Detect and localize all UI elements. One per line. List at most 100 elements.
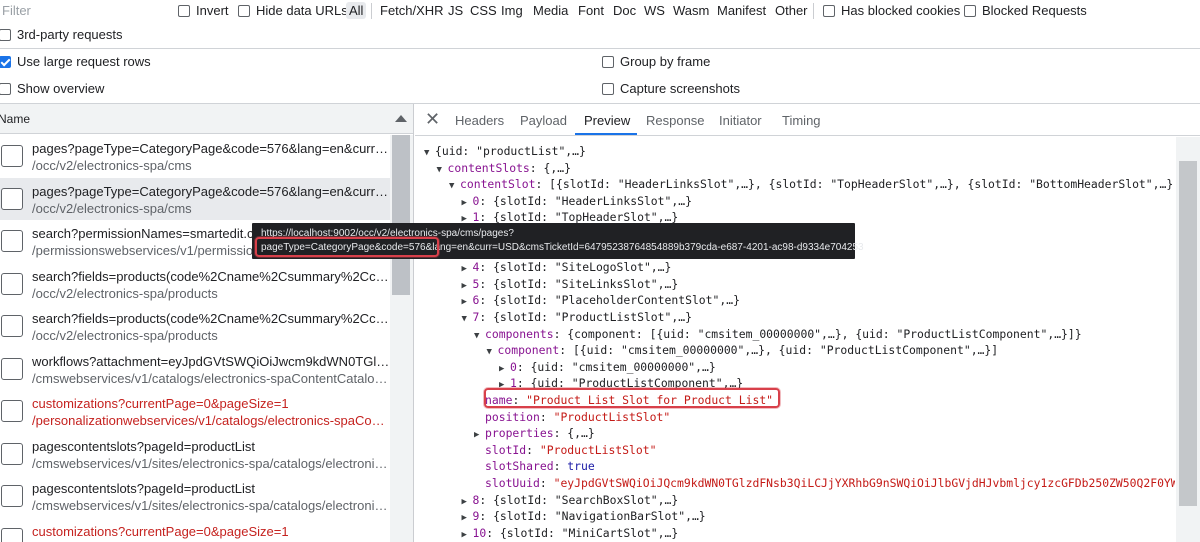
third-party-box[interactable] <box>0 28 11 41</box>
type-filter-fetch-xhr[interactable]: Fetch/XHR <box>377 2 447 19</box>
preview-value: {slotId: "HeaderLinksSlot",…} <box>493 193 692 208</box>
document-icon <box>1 357 23 380</box>
preview-line[interactable]: ▶ 0: {slotId: "HeaderLinksSlot",…} <box>462 193 692 210</box>
table-row[interactable]: pagescontentslots?pageId=productList/cms… <box>0 475 390 518</box>
preview-line[interactable]: ▼ 7: {slotId: "ProductListSlot",…} <box>462 309 692 326</box>
preview-line[interactable]: ▶ 9: {slotId: "NavigationBarSlot",…} <box>462 508 706 525</box>
table-row[interactable]: customizations?currentPage=0&pageSize=1 <box>0 518 390 542</box>
list-scrollbar[interactable] <box>390 135 413 542</box>
expand-down-icon[interactable]: ▼ <box>487 344 498 361</box>
tab-initiator[interactable]: Initiator <box>719 113 762 128</box>
document-icon <box>1 400 23 422</box>
type-filter-css[interactable]: CSS <box>467 2 500 19</box>
preview-line[interactable]: ▶ 6: {slotId: "PlaceholderContentSlot",…} <box>462 292 740 309</box>
large-rows-checkbox[interactable]: Use large request rows <box>0 54 151 69</box>
table-row[interactable]: pagescontentslots?pageId=productList/cms… <box>0 433 390 476</box>
blocked-requests-label: Blocked Requests <box>982 3 1087 18</box>
preview-key: 10 <box>472 525 487 540</box>
sort-ascending-icon[interactable] <box>395 115 407 122</box>
preview-line[interactable]: ▼ contentSlots: {,…} <box>437 160 571 177</box>
blocked-requests-box[interactable] <box>964 4 976 17</box>
table-row[interactable]: search?fields=products(code%2Cname%2Csum… <box>0 263 390 306</box>
request-name: customizations?currentPage=0&pageSize=1 <box>32 396 289 411</box>
preview-value: [{slotId: "HeaderLinksSlot",…}, {slotId:… <box>549 177 1175 192</box>
capture-screenshots-checkbox[interactable]: Capture screenshots <box>602 81 740 96</box>
preview-line: slotShared: true <box>485 459 595 474</box>
preview-scrollbar[interactable] <box>1176 137 1200 542</box>
group-by-frame-checkbox[interactable]: Group by frame <box>602 54 710 69</box>
preview-line[interactable]: ▶ 0: {uid: "cmsitem_00000000",…} <box>499 359 716 376</box>
preview-line[interactable]: ▶ properties: {,…} <box>474 425 595 442</box>
tab-timing[interactable]: Timing <box>782 113 821 128</box>
request-path: /occ/v2/electronics-spa/products <box>32 328 218 343</box>
preview-value: [{uid: "cmsitem_00000000",…}, {uid: "Pro… <box>572 343 999 358</box>
tab-preview[interactable]: Preview <box>584 113 630 128</box>
preview-value: {slotId: "SearchBoxSlot",…} <box>493 492 679 507</box>
preview-line[interactable]: ▼ contentSlot: [{slotId: "HeaderLinksSlot… <box>449 176 1175 193</box>
has-blocked-cookies-checkbox[interactable]: Has blocked cookies <box>823 3 960 18</box>
preview-line[interactable]: ▶ 8: {slotId: "SearchBoxSlot",…} <box>462 492 679 509</box>
filter-input[interactable] <box>0 0 164 21</box>
preview-line: slotId: "ProductListSlot" <box>485 442 657 457</box>
type-filter-ws[interactable]: WS <box>641 2 668 19</box>
type-filter-media[interactable]: Media <box>530 2 571 19</box>
preview-line[interactable]: ▶ 10: {slotId: "MiniCartSlot",…} <box>462 525 679 542</box>
type-filter-all[interactable]: All <box>346 2 367 19</box>
document-icon <box>1 187 23 210</box>
type-filter-font[interactable]: Font <box>575 2 607 19</box>
list-scrollbar-thumb[interactable] <box>392 135 410 295</box>
third-party-checkbox[interactable]: 3rd-party requests <box>0 27 123 42</box>
show-overview-box[interactable] <box>0 82 11 95</box>
preview-key: properties <box>485 426 554 441</box>
close-icon[interactable]: ✕ <box>425 110 440 128</box>
tab-response[interactable]: Response <box>646 113 705 128</box>
request-path: /personalizationwebservices/v1/catalogs/… <box>32 413 390 428</box>
invert-checkbox-box[interactable] <box>178 4 190 17</box>
invert-label: Invert <box>196 3 229 18</box>
expand-right-icon[interactable]: ▶ <box>462 527 473 542</box>
table-row[interactable]: customizations?currentPage=0&pageSize=1 /… <box>0 390 390 433</box>
request-list: Name pages?pageType=CategoryPage&code=57… <box>0 104 414 542</box>
preview-line[interactable]: ▶ 5: {slotId: "SiteLinksSlot",…} <box>462 276 679 293</box>
tab-payload[interactable]: Payload <box>520 113 567 128</box>
large-rows-box[interactable] <box>0 55 11 68</box>
has-blocked-cookies-box[interactable] <box>823 4 835 17</box>
detail-tabs: ✕ Headers Payload Preview Response Initi… <box>415 104 1200 136</box>
document-icon <box>1 527 23 542</box>
table-row[interactable]: pages?pageType=CategoryPage&code=576&lan… <box>0 177 390 220</box>
preview-line[interactable]: ▶ 4: {slotId: "SiteLogoSlot",…} <box>462 259 672 276</box>
type-filter-other[interactable]: Other <box>772 2 811 19</box>
type-filter-js[interactable]: JS <box>445 2 466 19</box>
preview-line[interactable]: ▼ component: [{uid: "cmsitem_00000000",…}… <box>487 342 999 359</box>
capture-screenshots-box[interactable] <box>602 82 614 95</box>
blocked-requests-checkbox[interactable]: Blocked Requests <box>964 3 1087 18</box>
preview-line[interactable]: ▼ {uid: "productList",…} <box>424 143 586 160</box>
type-filter-img[interactable]: Img <box>498 2 526 19</box>
table-row[interactable]: search?fields=products(code%2Cname%2Csum… <box>0 305 390 348</box>
type-filter-manifest[interactable]: Manifest <box>714 2 769 19</box>
table-row[interactable]: workflows?attachment=eyJpdGVtSWQiOiJwcm9… <box>0 348 390 391</box>
expand-down-icon[interactable]: ▼ <box>437 162 448 179</box>
preview-value: {component: [{uid: "cmsitem_00000000",…}… <box>567 326 1082 341</box>
expand-down-icon[interactable]: ▼ <box>474 328 485 345</box>
preview-value: "eyJpdGVtSWQiOiJQcm9kdWN0TGlzdFNsb3QiLCJ… <box>553 476 1175 490</box>
name-column-header[interactable]: Name <box>0 112 30 126</box>
hide-data-urls-checkbox[interactable]: Hide data URLs <box>238 3 348 18</box>
hide-data-urls-box[interactable] <box>238 4 250 17</box>
list-header: Name <box>0 104 413 134</box>
preview-value: true <box>567 459 595 474</box>
table-row[interactable]: pages?pageType=CategoryPage&code=576&lan… <box>0 135 390 178</box>
show-overview-checkbox[interactable]: Show overview <box>0 81 104 96</box>
expand-down-icon[interactable]: ▼ <box>462 311 473 328</box>
preview-key: slotUuid <box>485 476 540 490</box>
preview-scrollbar-thumb[interactable] <box>1179 161 1197 506</box>
preview-line[interactable]: ▼ components: {component: [{uid: "cmsitem… <box>474 326 1082 343</box>
invert-checkbox[interactable]: Invert <box>178 3 229 18</box>
expand-down-icon[interactable]: ▼ <box>449 178 460 195</box>
expand-down-icon[interactable]: ▼ <box>424 145 435 162</box>
type-filter-doc[interactable]: Doc <box>610 2 639 19</box>
group-by-frame-box[interactable] <box>602 55 614 68</box>
tab-headers[interactable]: Headers <box>455 113 504 128</box>
type-filter-wasm[interactable]: Wasm <box>670 2 712 19</box>
request-path: /occ/v2/electronics-spa/products <box>32 285 218 301</box>
